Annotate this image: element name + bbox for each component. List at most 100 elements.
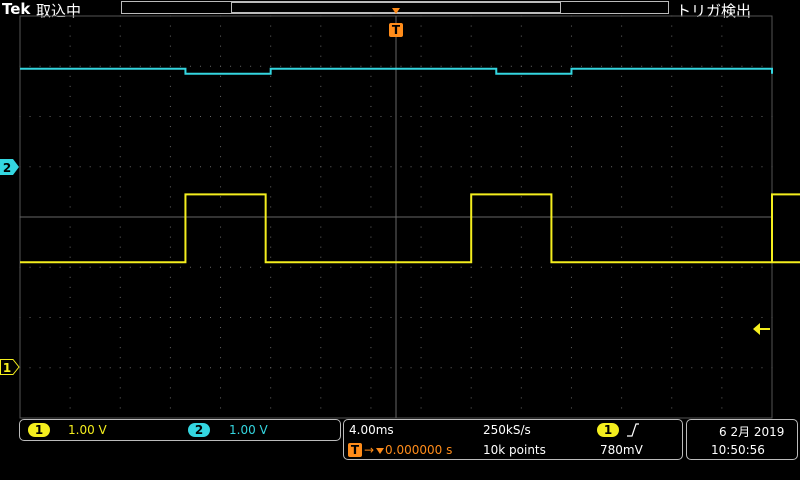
grid-dot <box>290 166 292 168</box>
channel-1-badge[interactable]: 1 <box>28 423 50 437</box>
grid-dot <box>721 256 723 258</box>
grid-dot <box>230 166 232 168</box>
grid-dot <box>370 306 372 308</box>
grid-dot <box>250 317 252 318</box>
channel-2-badge[interactable]: 2 <box>188 423 210 437</box>
grid-dot <box>410 166 412 168</box>
grid-dot <box>470 25 472 27</box>
grid-dot <box>741 367 743 369</box>
grid-dot <box>500 116 502 117</box>
grid-dot <box>390 116 392 117</box>
grid-dot <box>611 65 613 67</box>
grid-dot <box>470 15 472 17</box>
grid-dot <box>691 116 693 117</box>
grid-dot <box>731 367 733 369</box>
grid-dot <box>761 367 763 369</box>
grid-dot <box>520 25 522 27</box>
grid-dot <box>570 105 572 107</box>
grid-dot <box>771 266 773 268</box>
grid-dot <box>721 146 723 148</box>
grid-dot <box>520 266 522 268</box>
grid-dot <box>681 317 683 318</box>
grid-dot <box>370 186 372 188</box>
grid-dot <box>270 276 272 278</box>
grid-dot <box>420 256 422 258</box>
grid-dot <box>410 65 412 67</box>
grid-dot <box>570 95 572 97</box>
grid-dot <box>260 367 262 369</box>
grid-dot <box>129 317 131 318</box>
date-time-panel[interactable]: 6 2月 2019 10:50:56 <box>686 419 798 460</box>
grid-dot <box>621 45 623 47</box>
timebase-trigger-panel[interactable]: 4.00ms 250kS/s 1 T → 0.000000 s 10k poin… <box>343 419 683 460</box>
grid-dot <box>430 65 432 67</box>
grid-dot <box>731 116 733 117</box>
grid-dot <box>370 377 372 379</box>
grid-dot <box>601 317 603 318</box>
grid-dot <box>671 387 673 389</box>
grid-dot <box>320 306 322 308</box>
grid-dot <box>761 116 763 117</box>
grid-dot <box>420 296 422 298</box>
grid-dot <box>270 317 272 318</box>
grid-dot <box>470 146 472 148</box>
grid-dot <box>570 75 572 77</box>
grid-dot <box>69 387 71 389</box>
grid-dot <box>370 327 372 329</box>
grid-dot <box>189 317 191 318</box>
grid-dot <box>119 146 121 148</box>
grid-dot <box>420 317 422 318</box>
grid-dot <box>520 357 522 359</box>
grid-dot <box>721 95 723 97</box>
grid-dot <box>270 256 272 258</box>
grid-dot <box>570 126 572 128</box>
grid-dot <box>169 226 171 228</box>
grid-dot <box>310 317 312 318</box>
grid-dot <box>480 166 482 168</box>
grid-dot <box>641 65 643 67</box>
grid-dot <box>119 65 121 67</box>
grid-dot <box>310 65 312 67</box>
grid-dot <box>39 317 41 318</box>
grid-dot <box>460 317 462 318</box>
grid-dot <box>380 367 382 369</box>
grid-dot <box>701 266 703 268</box>
trigger-delay-icon: T <box>348 443 362 457</box>
grid-dot <box>169 126 171 128</box>
grid-dot <box>560 65 562 67</box>
channel-1-ground-marker[interactable]: 1 <box>0 359 20 375</box>
grid-dot <box>480 65 482 67</box>
grid-dot <box>169 176 171 178</box>
grid-dot <box>761 65 763 67</box>
grid-dot <box>139 266 141 268</box>
grid-dot <box>671 337 673 339</box>
grid-dot <box>220 337 222 339</box>
grid-dot <box>270 25 272 27</box>
trigger-level-arrow-icon[interactable] <box>753 323 770 335</box>
grid-dot <box>711 266 713 268</box>
grid-dot <box>671 347 673 349</box>
grid-dot <box>661 317 663 318</box>
grid-dot <box>570 397 572 399</box>
grid-dot <box>370 347 372 349</box>
grid-dot <box>370 85 372 87</box>
grid-dot <box>651 65 653 67</box>
channel-2-ground-marker[interactable]: 2 <box>0 159 20 175</box>
grid-dot <box>470 296 472 298</box>
grid-dot <box>270 116 272 117</box>
grid-dot <box>270 105 272 107</box>
grid-dot <box>300 65 302 67</box>
grid-dot <box>400 317 402 318</box>
channel-readout-panel[interactable]: 1 1.00 V 2 1.00 V <box>19 419 341 441</box>
grid-dot <box>370 367 372 369</box>
grid-dot <box>169 45 171 47</box>
trigger-position-marker[interactable]: T <box>388 0 404 40</box>
grid-dot <box>320 55 322 57</box>
grid-dot <box>340 266 342 268</box>
grid-dot <box>320 286 322 288</box>
grid-dot <box>210 166 212 168</box>
grid-dot <box>199 266 201 268</box>
grid-dot <box>420 327 422 329</box>
grid-dot <box>570 377 572 379</box>
grid-dot <box>370 256 372 258</box>
